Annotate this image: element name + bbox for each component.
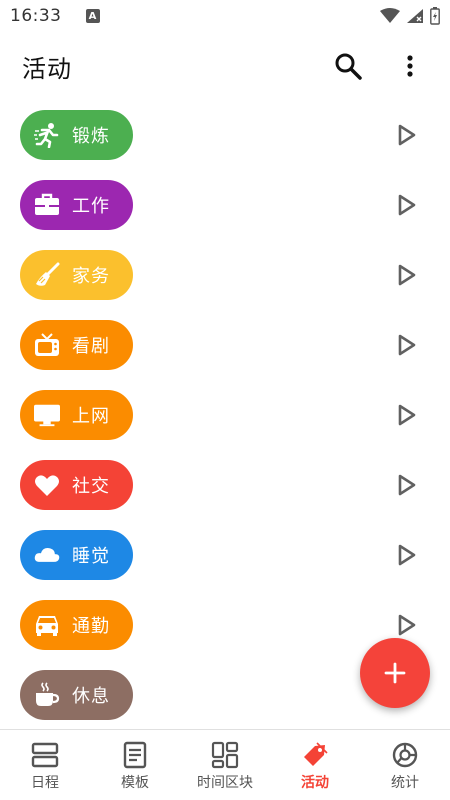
tv-icon [34,332,60,358]
play-icon[interactable] [394,333,418,357]
app-bar: 活动 [0,32,450,100]
add-icon [384,662,406,684]
nav-label: 模板 [121,775,149,791]
template-icon [121,741,149,769]
activity-label: 上网 [72,406,110,427]
play-icon[interactable] [394,543,418,567]
nav-label: 日程 [31,775,59,791]
nav-item-statistics[interactable]: 统计 [360,730,450,800]
activity-pill-rest[interactable]: 休息 [20,670,133,720]
activity-pill-social[interactable]: 社交 [20,460,133,510]
activity-row-sleep: 睡觉 [0,520,450,590]
signal-icon [407,9,423,23]
activity-label: 看剧 [72,336,110,357]
activity-pill-commute[interactable]: 通勤 [20,600,133,650]
play-icon[interactable] [394,263,418,287]
status-time: 16:33 [10,6,62,26]
activity-row-work: 工作 [0,170,450,240]
activity-label: 锻炼 [72,126,110,147]
activity-row-housework: 家务 [0,240,450,310]
wifi-icon [380,8,400,23]
briefcase-icon [34,192,60,218]
nav-label: 活动 [301,775,329,791]
activity-list: 锻炼 工作 家务 看剧 上网 社交 睡觉 通勤 休息 [0,100,450,729]
activity-row-internet: 上网 [0,380,450,450]
status-bar: 16:33 A [0,0,450,32]
tag-icon [301,741,329,769]
add-activity-button[interactable] [360,638,430,708]
run-icon [34,122,60,148]
broom-icon [34,262,60,288]
cloud-icon [34,542,60,568]
activity-label: 工作 [72,196,110,217]
monitor-icon [34,402,60,428]
coffee-icon [34,682,60,708]
nav-item-activities[interactable]: 活动 [270,730,360,800]
activity-pill-housework[interactable]: 家务 [20,250,133,300]
activity-row-exercise: 锻炼 [0,100,450,170]
activity-label: 通勤 [72,616,110,637]
blocks-icon [211,741,239,769]
chart-icon [391,741,419,769]
bottom-nav: 日程 模板 时间区块 活动 统计 [0,729,450,800]
more-vert-icon [407,55,413,77]
activity-pill-internet[interactable]: 上网 [20,390,133,440]
activity-label: 休息 [72,686,110,707]
battery-icon [430,7,440,25]
activity-pill-work[interactable]: 工作 [20,180,133,230]
nav-label: 统计 [391,775,419,791]
activity-row-tv: 看剧 [0,310,450,380]
nav-label: 时间区块 [197,775,253,791]
activity-pill-sleep[interactable]: 睡觉 [20,530,133,580]
page-title: 活动 [22,54,72,83]
heart-icon [34,472,60,498]
search-icon [335,53,362,80]
nav-item-templates[interactable]: 模板 [90,730,180,800]
nav-item-schedule[interactable]: 日程 [0,730,90,800]
activity-label: 睡觉 [72,546,110,567]
activity-label: 社交 [72,476,110,497]
schedule-icon [31,741,59,769]
play-icon[interactable] [394,403,418,427]
play-icon[interactable] [394,123,418,147]
play-icon[interactable] [394,473,418,497]
activity-label: 家务 [72,266,110,287]
notification-icon: A [85,9,100,23]
activity-pill-exercise[interactable]: 锻炼 [20,110,133,160]
car-icon [34,612,60,638]
activity-pill-tv[interactable]: 看剧 [20,320,133,370]
activity-row-social: 社交 [0,450,450,520]
nav-item-time-blocks[interactable]: 时间区块 [180,730,270,800]
more-options-button[interactable] [392,48,428,84]
play-icon[interactable] [394,613,418,637]
play-icon[interactable] [394,193,418,217]
search-button[interactable] [330,48,366,84]
